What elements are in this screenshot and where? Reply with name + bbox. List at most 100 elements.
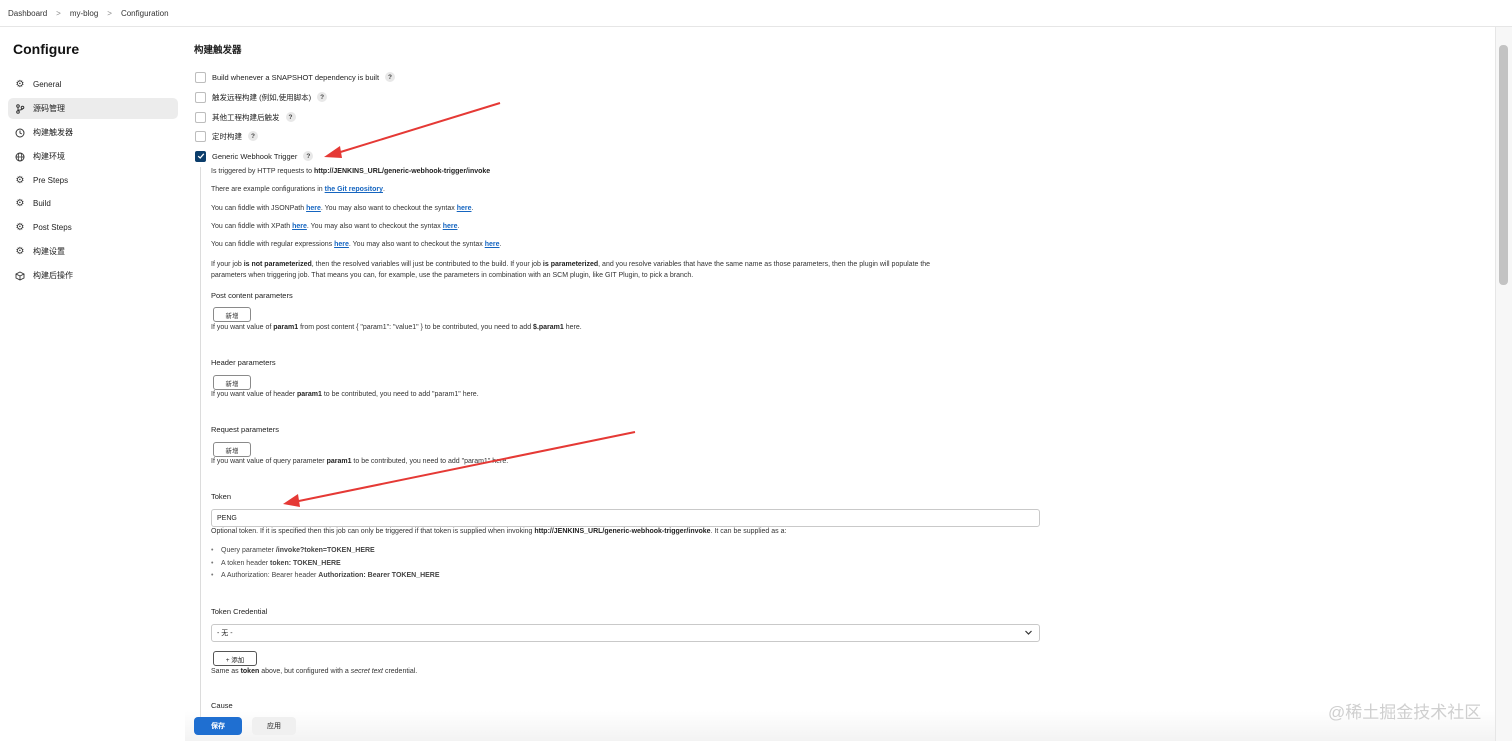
jsonpath-fiddle-link[interactable]: here bbox=[306, 205, 321, 212]
branch-icon bbox=[15, 103, 25, 114]
sidebar-item-label: 源码管理 bbox=[33, 104, 65, 113]
breadcrumb-separator: > bbox=[107, 8, 112, 18]
trigger-label: Build whenever a SNAPSHOT dependency is … bbox=[212, 72, 380, 82]
sidebar: Configure ⚙ General 源码管理 构建触发器 构建环境 ⚙ Pr… bbox=[0, 27, 185, 741]
xpath-syntax-link[interactable]: here bbox=[443, 223, 458, 230]
checkbox-checked[interactable] bbox=[195, 150, 206, 162]
add-credential-button[interactable]: + 添加 bbox=[213, 651, 257, 666]
selected-value: - 无 - bbox=[217, 630, 233, 637]
sidebar-item-post-build[interactable]: 构建后操作 bbox=[8, 265, 178, 286]
bottom-action-bar: 保存 应用 bbox=[185, 711, 1495, 741]
sidebar-item-label: 构建环境 bbox=[33, 152, 65, 161]
page-title: Configure bbox=[13, 41, 80, 57]
token-label: Token bbox=[211, 492, 232, 501]
desc-line-invoke-url: Is triggered by HTTP requests to http://… bbox=[211, 168, 491, 175]
cause-label: Cause bbox=[211, 701, 233, 710]
list-item: A Authorization: Bearer header Authoriza… bbox=[211, 572, 440, 579]
chevron-down-icon bbox=[1024, 628, 1033, 639]
list-item: Query parameter /invoke?token=TOKEN_HERE bbox=[211, 547, 375, 554]
checkbox[interactable] bbox=[195, 91, 206, 103]
help-icon[interactable]: ? bbox=[285, 112, 296, 122]
save-button[interactable]: 保存 bbox=[194, 717, 242, 735]
trigger-label: 其他工程构建后触发 bbox=[212, 112, 280, 122]
post-params-label: Post content parameters bbox=[211, 291, 293, 300]
header-params-hint: If you want value of header param1 to be… bbox=[211, 391, 479, 398]
sidebar-item-build-env[interactable]: 构建环境 bbox=[8, 146, 178, 167]
desc-line-xpath: You can fiddle with XPath here. You may … bbox=[211, 223, 460, 230]
gear-icon: ⚙ bbox=[15, 79, 25, 90]
desc-parameterized-para-line2: parameters when triggering job. That mea… bbox=[211, 272, 694, 279]
checkbox[interactable] bbox=[195, 130, 206, 142]
sidebar-item-label: Post Steps bbox=[33, 223, 72, 232]
sidebar-item-post-steps[interactable]: ⚙ Post Steps bbox=[8, 217, 178, 238]
gear-icon: ⚙ bbox=[15, 175, 25, 186]
list-item: A token header token: TOKEN_HERE bbox=[211, 560, 341, 567]
request-params-hint: If you want value of query parameter par… bbox=[211, 458, 509, 465]
scrollbar-thumb[interactable] bbox=[1499, 45, 1508, 285]
cube-icon bbox=[15, 270, 25, 281]
sidebar-item-general[interactable]: ⚙ General bbox=[8, 74, 178, 95]
token-input[interactable]: PENG bbox=[211, 509, 1040, 527]
gear-icon: ⚙ bbox=[15, 198, 25, 209]
help-icon[interactable]: ? bbox=[303, 151, 314, 161]
breadcrumb: Dashboard > my-blog > Configuration bbox=[0, 0, 1512, 27]
section-title: 构建触发器 bbox=[194, 45, 242, 56]
breadcrumb-configuration[interactable]: Configuration bbox=[121, 9, 169, 18]
regex-syntax-link[interactable]: here bbox=[485, 241, 500, 248]
trigger-label: 定时构建 bbox=[212, 131, 242, 141]
git-repository-link[interactable]: the Git repository bbox=[325, 186, 383, 193]
desc-line-regex: You can fiddle with regular expressions … bbox=[211, 241, 502, 248]
desc-line-jsonpath: You can fiddle with JSONPath here. You m… bbox=[211, 205, 474, 212]
watermark: @稀土掘金技术社区 bbox=[1328, 703, 1482, 722]
sidebar-item-pre-steps[interactable]: ⚙ Pre Steps bbox=[8, 170, 178, 191]
trigger-scheduled-build[interactable]: 定时构建 ? bbox=[195, 130, 258, 142]
jsonpath-syntax-link[interactable]: here bbox=[457, 205, 472, 212]
help-icon[interactable]: ? bbox=[317, 92, 328, 102]
clock-icon bbox=[15, 128, 25, 138]
checkbox[interactable] bbox=[195, 111, 206, 123]
token-credential-label: Token Credential bbox=[211, 607, 268, 616]
token-hint: Optional token. If it is specified then … bbox=[211, 528, 787, 535]
desc-parameterized-para: If your job is not parameterized, then t… bbox=[211, 261, 931, 268]
post-params-hint: If you want value of param1 from post co… bbox=[211, 324, 582, 331]
checkbox[interactable] bbox=[195, 71, 206, 83]
trigger-remote-build[interactable]: 触发远程构建 (例如,使用脚本) ? bbox=[195, 91, 328, 103]
sidebar-item-label: 构建触发器 bbox=[33, 128, 73, 137]
main-content: 构建触发器 Build whenever a SNAPSHOT dependen… bbox=[185, 27, 1495, 741]
request-params-label: Request parameters bbox=[211, 425, 279, 434]
sidebar-item-label: 构建设置 bbox=[33, 247, 65, 256]
help-icon[interactable]: ? bbox=[385, 72, 396, 82]
sidebar-item-build-triggers[interactable]: 构建触发器 bbox=[8, 122, 178, 143]
trigger-label: 触发远程构建 (例如,使用脚本) bbox=[212, 92, 312, 102]
sidebar-item-label: 构建后操作 bbox=[33, 271, 73, 280]
sidebar-item-build[interactable]: ⚙ Build bbox=[8, 193, 178, 214]
request-params-add-button[interactable]: 新增 bbox=[213, 442, 251, 457]
globe-icon bbox=[15, 152, 25, 162]
sidebar-item-label: Pre Steps bbox=[33, 176, 69, 185]
header-params-label: Header parameters bbox=[211, 358, 276, 367]
gear-icon: ⚙ bbox=[15, 246, 25, 257]
post-params-add-button[interactable]: 新增 bbox=[213, 307, 251, 322]
section-divider bbox=[200, 167, 201, 727]
gear-icon: ⚙ bbox=[15, 222, 25, 233]
xpath-fiddle-link[interactable]: here bbox=[292, 223, 307, 230]
trigger-after-other-project[interactable]: 其他工程构建后触发 ? bbox=[195, 111, 296, 123]
help-icon[interactable]: ? bbox=[248, 131, 258, 141]
regex-fiddle-link[interactable]: here bbox=[334, 241, 349, 248]
sidebar-item-label: Build bbox=[33, 199, 51, 208]
breadcrumb-dashboard[interactable]: Dashboard bbox=[8, 9, 47, 18]
token-credential-select[interactable]: - 无 - bbox=[211, 624, 1040, 642]
breadcrumb-separator: > bbox=[56, 8, 61, 18]
sidebar-item-scm[interactable]: 源码管理 bbox=[8, 98, 178, 119]
trigger-snapshot-dependency[interactable]: Build whenever a SNAPSHOT dependency is … bbox=[195, 71, 396, 83]
sidebar-item-build-settings[interactable]: ⚙ 构建设置 bbox=[8, 241, 178, 262]
header-params-add-button[interactable]: 新增 bbox=[213, 375, 251, 390]
token-credential-hint: Same as token above, but configured with… bbox=[211, 668, 418, 675]
check-icon bbox=[197, 153, 204, 159]
trigger-label: Generic Webhook Trigger bbox=[212, 151, 298, 161]
apply-button[interactable]: 应用 bbox=[252, 717, 296, 735]
desc-line-examples: There are example configurations in the … bbox=[211, 186, 385, 193]
sidebar-item-label: General bbox=[33, 80, 62, 89]
trigger-generic-webhook[interactable]: Generic Webhook Trigger ? bbox=[195, 150, 314, 162]
breadcrumb-my-blog[interactable]: my-blog bbox=[70, 9, 98, 18]
